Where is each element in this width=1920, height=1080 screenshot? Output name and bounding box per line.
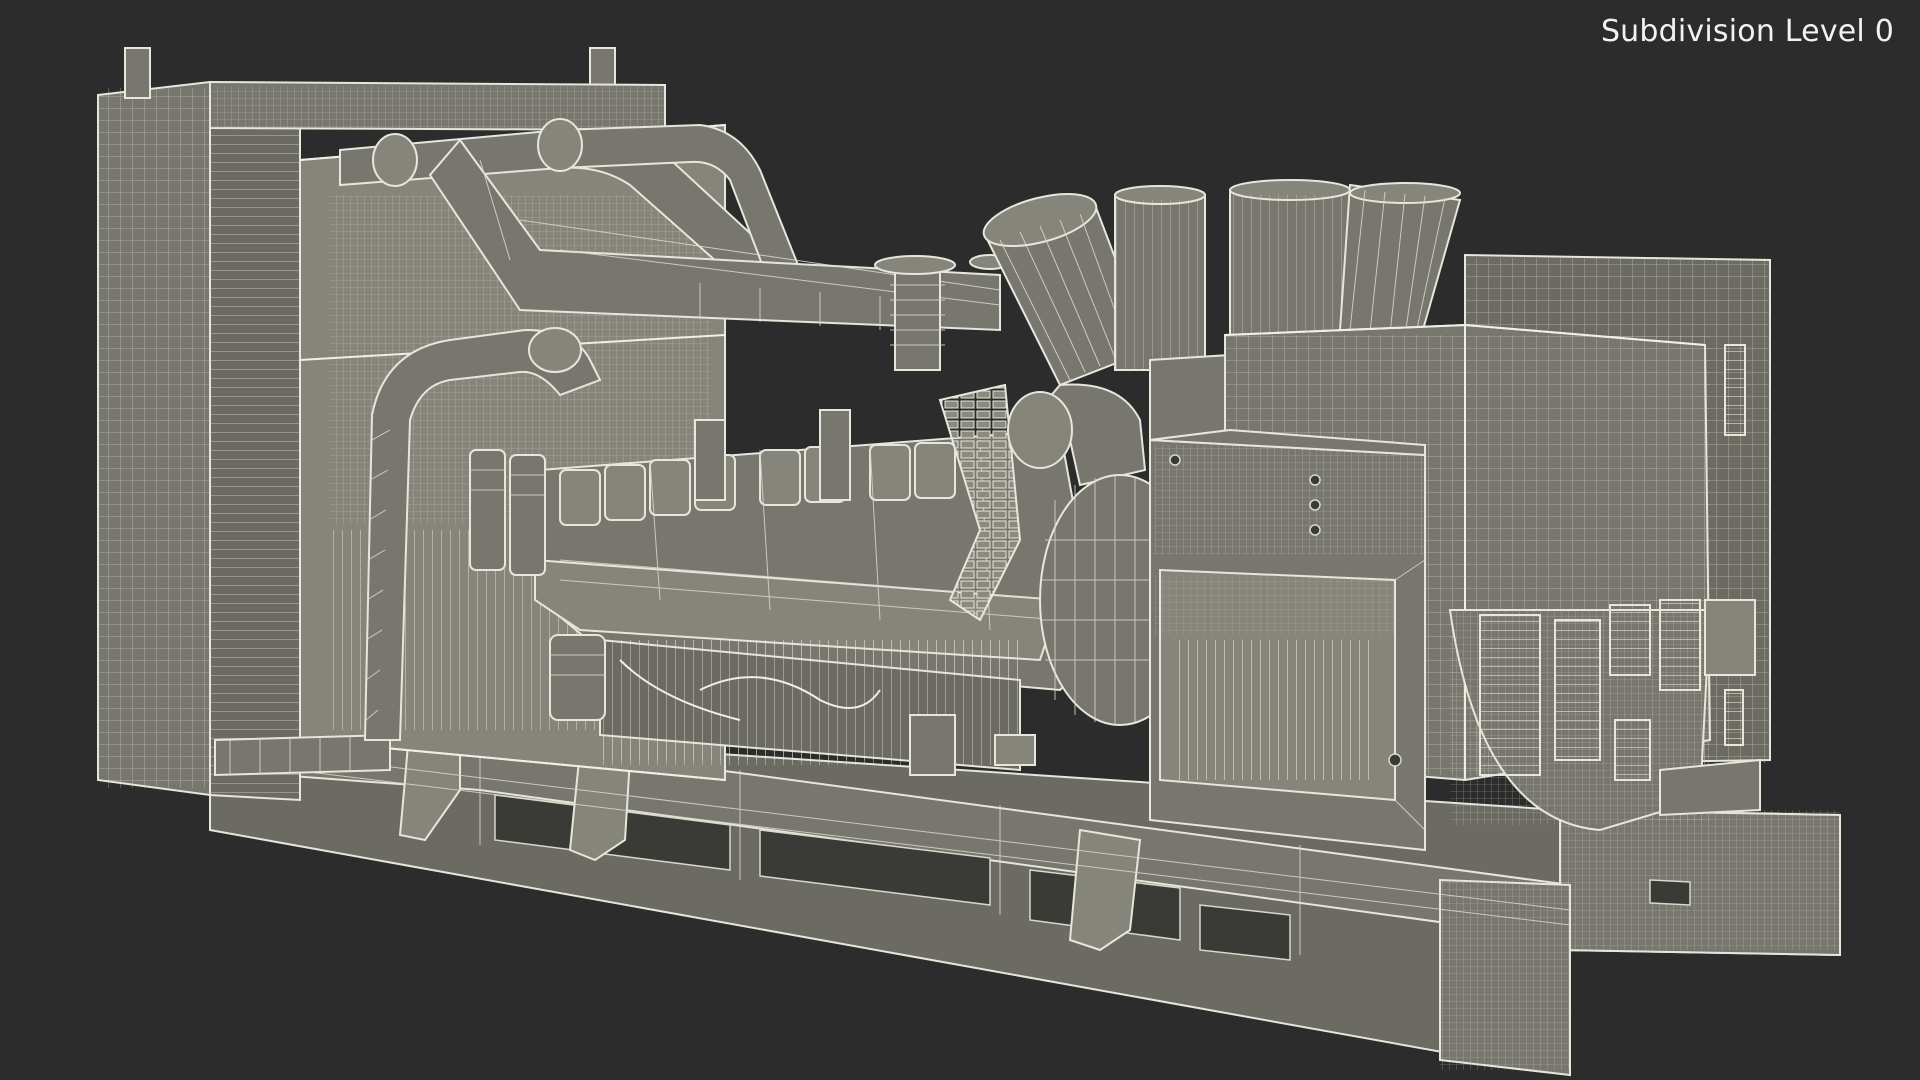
control-box — [1149, 428, 1426, 852]
3d-viewport[interactable]: Subdivision Level 0 — [0, 0, 1920, 1080]
wireframe-model — [97, 47, 1841, 1077]
subdivision-level-label: Subdivision Level 0 — [1600, 14, 1894, 49]
